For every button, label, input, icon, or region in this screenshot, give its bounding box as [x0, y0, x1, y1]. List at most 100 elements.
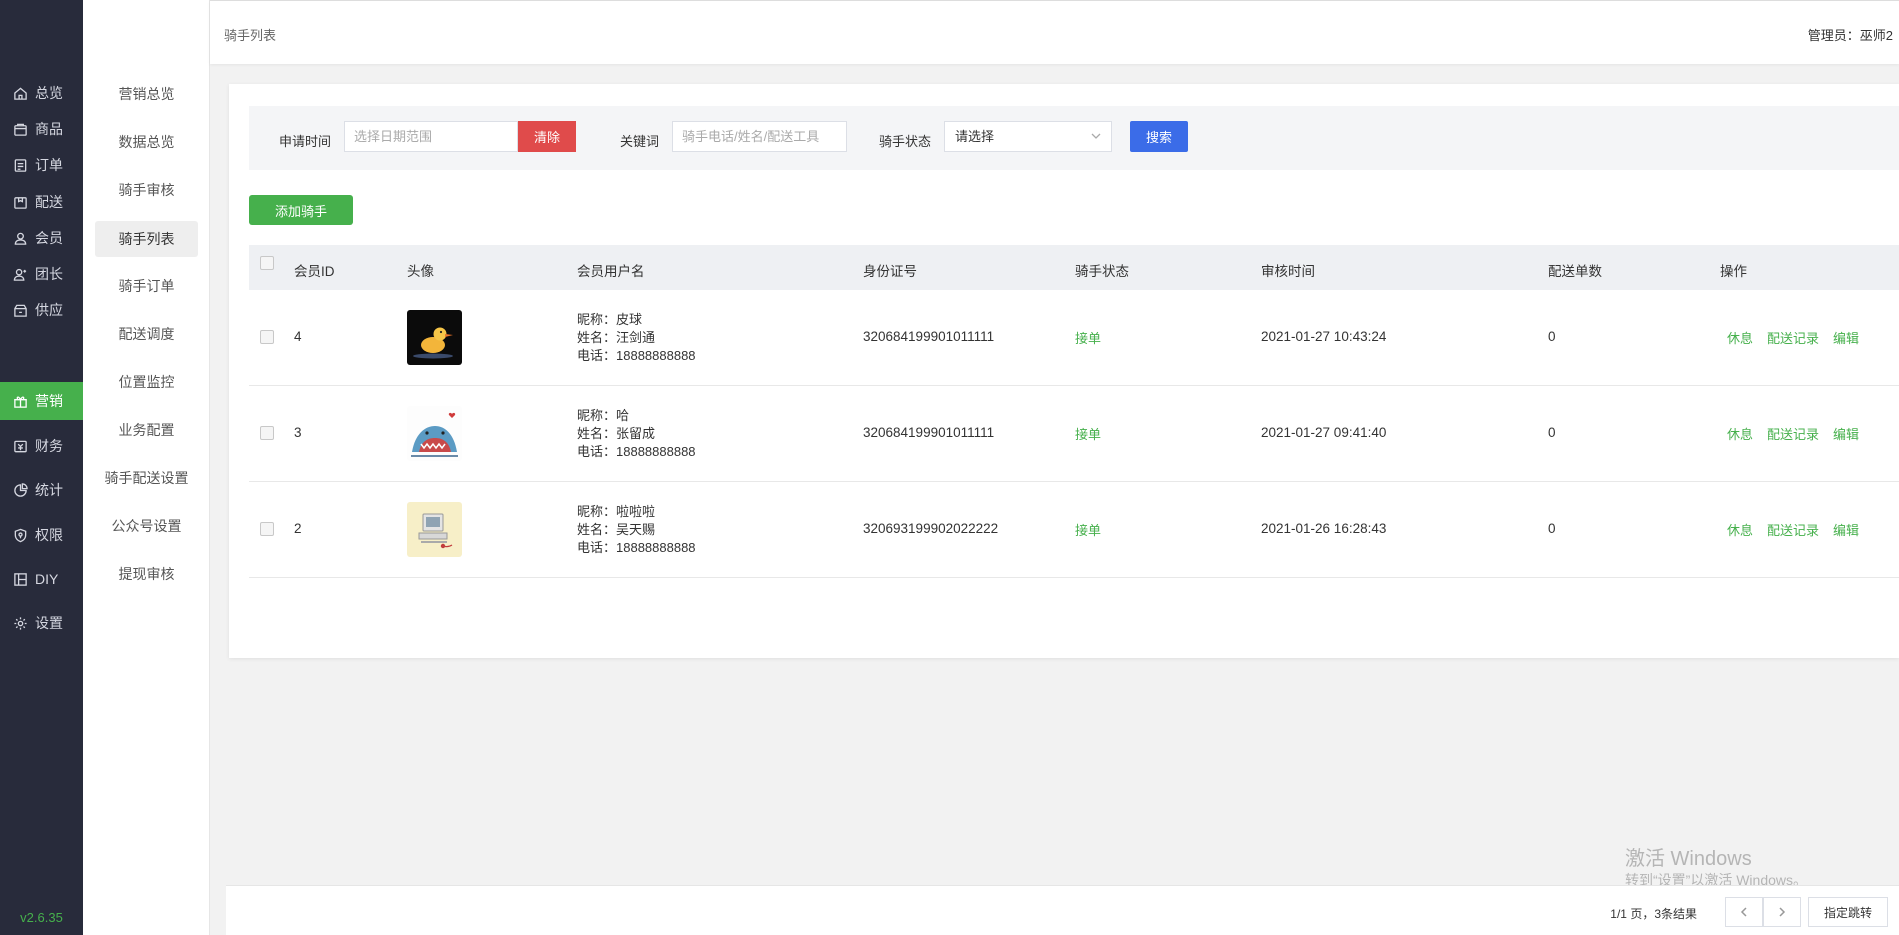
table-row: 2 昵称：啦啦啦 姓名：吴天赐 电话：18888888888 320693199…: [249, 482, 1899, 578]
member-id: 2: [294, 521, 302, 536]
next-page-button[interactable]: [1763, 897, 1801, 927]
member-phone: 电话：18888888888: [577, 348, 696, 363]
review-time: 2021-01-27 10:43:24: [1261, 329, 1387, 344]
add-rider-button[interactable]: 添加骑手: [249, 195, 353, 225]
admin-name: 巫师2: [1859, 28, 1893, 43]
rest-link[interactable]: 休息: [1727, 520, 1753, 539]
subnav-item-rider-list[interactable]: 骑手列表: [95, 221, 198, 257]
delivery-icon: [12, 194, 28, 210]
order-icon: [12, 157, 28, 173]
nav-item-diy[interactable]: DIY: [0, 560, 83, 598]
watermark-title: 激活 Windows: [1625, 848, 1752, 870]
page-info: 1/1 页，3条结果: [1610, 907, 1697, 921]
jump-to-page-button[interactable]: 指定跳转: [1808, 897, 1888, 927]
member-name: 姓名：汪剑通: [577, 330, 656, 345]
delivery-records-link[interactable]: 配送记录: [1767, 328, 1819, 347]
member-name: 姓名：吴天赐: [577, 522, 656, 537]
nav-item-label: 权限: [35, 527, 63, 543]
col-username: 会员用户名: [577, 264, 645, 279]
nav-item-marketing[interactable]: 营销: [0, 382, 83, 420]
nav-item-permissions[interactable]: 权限: [0, 516, 83, 554]
status-select[interactable]: 请选择: [944, 121, 1112, 152]
row-checkbox[interactable]: [260, 522, 274, 536]
edit-link[interactable]: 编辑: [1833, 424, 1859, 443]
col-delivery-count: 配送单数: [1548, 264, 1602, 279]
subnav-item-official-account[interactable]: 公众号设置: [95, 508, 198, 544]
row-checkbox[interactable]: [260, 426, 274, 440]
breadcrumb: 骑手列表: [224, 28, 277, 43]
nav-item-label: 统计: [35, 482, 63, 498]
nav-item-goods[interactable]: 商品: [0, 110, 83, 148]
app-version: v2.6.35: [20, 910, 63, 925]
rider-status: 接单: [1075, 523, 1102, 538]
main-nav: 总览 商品 订单 配送 会员 团长 供应 营销 财务 统计 权限 DIY 设置 …: [0, 0, 83, 935]
nav-item-label: 会员: [35, 230, 63, 246]
nav-item-finance[interactable]: 财务: [0, 427, 83, 465]
gift-icon: [12, 393, 28, 409]
filter-bar: 申请时间 清除 关键词 骑手状态 请选择 搜索: [249, 106, 1899, 170]
clear-button[interactable]: 清除: [518, 121, 576, 152]
delivery-records-link[interactable]: 配送记录: [1767, 424, 1819, 443]
subnav-item-rider-delivery-settings[interactable]: 骑手配送设置: [95, 460, 198, 496]
chevron-down-icon: [1091, 133, 1101, 139]
subnav-item-location-monitor[interactable]: 位置监控: [95, 364, 198, 400]
nav-item-supply[interactable]: 供应: [0, 291, 83, 329]
pagination-bar: 1/1 页，3条结果 指定跳转: [226, 885, 1899, 935]
subnav-item-data-overview[interactable]: 数据总览: [95, 124, 198, 160]
subnav-item-business-config[interactable]: 业务配置: [95, 412, 198, 448]
col-avatar: 头像: [407, 264, 434, 279]
rest-link[interactable]: 休息: [1727, 424, 1753, 443]
nav-item-members[interactable]: 会员: [0, 219, 83, 257]
subnav-item-rider-review[interactable]: 骑手审核: [95, 172, 198, 208]
id-card-number: 320684199901011111: [863, 329, 995, 344]
top-bar: 骑手列表 管理员：巫师2: [210, 0, 1899, 64]
nav-item-delivery[interactable]: 配送: [0, 183, 83, 221]
nav-item-orders[interactable]: 订单: [0, 146, 83, 184]
nav-item-settings[interactable]: 设置: [0, 604, 83, 642]
nav-item-overview[interactable]: 总览: [0, 74, 83, 112]
chevron-left-icon: [1740, 907, 1747, 917]
review-time: 2021-01-26 16:28:43: [1261, 521, 1387, 536]
subnav-item-rider-orders[interactable]: 骑手订单: [95, 268, 198, 304]
edit-link[interactable]: 编辑: [1833, 520, 1859, 539]
search-button[interactable]: 搜索: [1130, 121, 1188, 152]
nav-item-statistics[interactable]: 统计: [0, 471, 83, 509]
status-select-value: 请选择: [955, 129, 995, 144]
admin-label: 管理员：: [1807, 28, 1860, 43]
edit-link[interactable]: 编辑: [1833, 328, 1859, 347]
leader-icon: [12, 266, 28, 282]
delivery-records-link[interactable]: 配送记录: [1767, 520, 1819, 539]
nav-item-label: 配送: [35, 194, 63, 210]
shark-avatar: [407, 406, 462, 461]
rider-status: 接单: [1075, 331, 1102, 346]
goods-icon: [12, 121, 28, 137]
member-info: 昵称：啦啦啦 姓名：吴天赐 电话：18888888888: [577, 503, 696, 557]
shield-icon: [12, 527, 28, 543]
rest-link[interactable]: 休息: [1727, 328, 1753, 347]
row-checkbox[interactable]: [260, 330, 274, 344]
status-label: 骑手状态: [879, 134, 932, 149]
table-row: 3 昵称：哈 姓名：张留成 电话：18888888888 32068419990…: [249, 386, 1899, 482]
member-icon: [12, 230, 28, 246]
subnav-item-marketing-overview[interactable]: 营销总览: [95, 76, 198, 112]
nav-item-label: 供应: [35, 302, 63, 318]
sub-nav: 营销总览 数据总览 骑手审核 骑手列表 骑手订单 配送调度 位置监控 业务配置 …: [83, 0, 210, 935]
keyword-input[interactable]: [672, 121, 847, 152]
delivery-count: 0: [1548, 521, 1556, 536]
nav-item-label: 设置: [35, 615, 63, 631]
nav-item-leaders[interactable]: 团长: [0, 255, 83, 293]
prev-page-button[interactable]: [1725, 897, 1763, 927]
date-label: 申请时间: [279, 134, 332, 149]
col-idcard: 身份证号: [863, 264, 917, 279]
select-all-checkbox[interactable]: [260, 256, 274, 270]
subnav-item-withdraw-review[interactable]: 提现审核: [95, 556, 198, 592]
subnav-item-dispatch[interactable]: 配送调度: [95, 316, 198, 352]
admin-info[interactable]: 管理员：巫师2: [1808, 25, 1893, 44]
table-header: 会员ID 头像 会员用户名 身份证号 骑手状态 审核时间 配送单数 操作: [249, 245, 1899, 290]
member-name: 姓名：张留成: [577, 426, 656, 441]
date-range-input[interactable]: [344, 121, 518, 152]
computer-avatar: [407, 502, 462, 557]
member-phone: 电话：18888888888: [577, 444, 696, 459]
delivery-count: 0: [1548, 329, 1556, 344]
member-nickname: 昵称：哈: [577, 408, 630, 423]
